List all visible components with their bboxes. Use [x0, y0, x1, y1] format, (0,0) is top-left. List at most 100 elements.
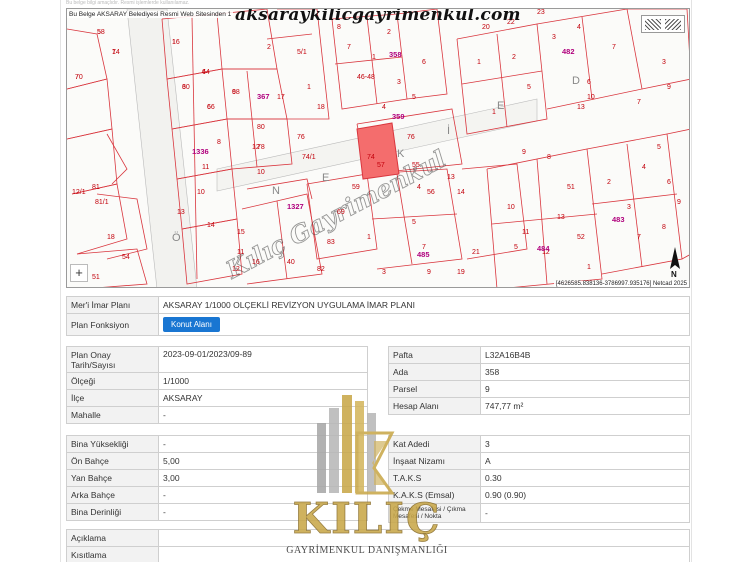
parcel-number-label: 13: [447, 174, 455, 181]
parcel-number-label: 5: [657, 144, 661, 151]
mahalle-value: -: [158, 406, 368, 424]
parcel-number-label: 8: [337, 24, 341, 31]
plan-fonksiyon-cell: Konut Alanı: [158, 313, 690, 336]
parcel-number-label: 8: [217, 139, 221, 146]
parcel-number-label: 23: [537, 9, 545, 16]
parcel-number-label: 14: [112, 49, 120, 56]
aciklama-value: [158, 529, 690, 547]
block-number-label: 359: [392, 112, 405, 121]
parcel-number-label: 82: [317, 266, 325, 273]
parcel-number-label: 7: [637, 99, 641, 106]
parcel-number-label: 1: [587, 264, 591, 271]
parcel-number-label: 40: [287, 259, 295, 266]
parcel-number-label: 1: [477, 59, 481, 66]
parcel-number-label: 6: [667, 179, 671, 186]
parcel-number-label: 51: [567, 184, 575, 191]
street-letter-label: Ö: [172, 232, 181, 244]
parcel-number-label: 10: [587, 94, 595, 101]
building-rules-table: Bina Yüksekliği - Ön Bahçe 5,00 Yan Bahç…: [66, 435, 368, 521]
plan-onay-label: Plan Onay Tarih/Sayısı: [66, 346, 159, 373]
on-bahce-value: 5,00: [158, 452, 368, 470]
parcel-number-label: 10: [507, 204, 515, 211]
density-rules-table: Kat Adedi 3 İnşaat Nizamı A T.A.K.S 0.30…: [388, 435, 690, 523]
parcel-map[interactable]: Kılıç Gayrimenkul 7 5 7 1 3 4 6 9 8 11 12 10 13 14 15 1…: [66, 8, 690, 288]
parcel-number-label: 66: [207, 104, 215, 111]
pafta-value: L32A16B4B: [480, 346, 690, 364]
street-letter-label: İ: [447, 124, 450, 137]
map-layer-toggle[interactable]: [641, 15, 685, 33]
kaks-value: 0.90 (0.90): [480, 486, 690, 504]
parcel-number-label: 4: [417, 184, 421, 191]
hesap-alani-value: 747,77 m²: [480, 397, 690, 415]
parcel-number-label: 76: [407, 134, 415, 141]
parcel-number-label: 2: [267, 44, 271, 51]
ilce-value: AKSARAY: [158, 389, 368, 407]
parcel-number-label: 83: [327, 239, 335, 246]
konut-alani-button[interactable]: Konut Alanı: [163, 317, 220, 332]
parcel-number-label: 69: [337, 209, 345, 216]
meri-imar-label: Mer'i İmar Planı: [66, 296, 159, 314]
plan-table: Mer'i İmar Planı AKSARAY 1/1000 OLÇEKLİ …: [66, 296, 690, 336]
pafta-label: Pafta: [388, 346, 481, 364]
coordinate-readout: [4626585.838136-3786997.935176] Netcad 2…: [553, 281, 689, 287]
bina-yuksekligi-label: Bina Yüksekliği: [66, 435, 159, 453]
hatch-icon: [665, 19, 681, 30]
notes-table: Açıklama Kısıtlama: [66, 529, 690, 562]
parcel-number-label: 5: [412, 219, 416, 226]
parcel-number-label: 4: [577, 24, 581, 31]
parcel-number-label: 6: [422, 59, 426, 66]
arka-bahce-label: Arka Bahçe: [66, 486, 159, 504]
parsel-label: Parsel: [388, 380, 481, 398]
parcel-number-label: 8: [547, 154, 551, 161]
parcel-number-label: 3: [552, 34, 556, 41]
parcel-number-label: 68: [232, 89, 240, 96]
ada-value: 358: [480, 363, 690, 381]
cekme-mesafesi-value: -: [480, 503, 690, 523]
plan-fonksiyon-label: Plan Fonksiyon: [66, 313, 159, 336]
parcel-number-label: 1: [367, 234, 371, 241]
parcel-number-label: 52: [577, 234, 585, 241]
block-number-label: 485: [417, 250, 430, 259]
yan-bahce-label: Yan Bahçe: [66, 469, 159, 487]
ada-label: Ada: [388, 363, 481, 381]
parcel-number-label: 54: [122, 254, 130, 261]
parcel-number-label: 2: [512, 54, 516, 61]
parcel-number-label: 11: [202, 164, 209, 171]
parcel-number-label: 74: [367, 154, 375, 161]
insaat-nizami-value: A: [480, 452, 690, 470]
ilce-label: İlçe: [66, 389, 159, 407]
bina-derinligi-label: Bina Derinliği: [66, 503, 159, 521]
top-note: Bu belge bilgi amaçlıdır. Resmi işlemler…: [66, 0, 190, 6]
parcel-number-label: 74/1: [302, 154, 316, 161]
parcel-number-label: 76: [297, 134, 305, 141]
parcel-map-canvas: Kılıç Gayrimenkul 7571346981112101314151…: [67, 9, 689, 287]
parcel-number-label: 1: [492, 109, 496, 116]
arka-bahce-value: -: [158, 486, 368, 504]
parcel-number-label: 19: [457, 269, 465, 276]
parcel-number-label: 21: [472, 249, 480, 256]
aciklama-label: Açıklama: [66, 529, 159, 547]
parcel-number-label: 7: [637, 234, 641, 241]
meri-imar-value: AKSARAY 1/1000 OLÇEKLİ REVİZYON UYGULAMA…: [158, 296, 690, 314]
parcel-number-label: 5/1: [297, 49, 307, 56]
parcel-number-label: 55: [412, 162, 420, 169]
parcel-number-label: 11: [522, 229, 529, 236]
parcel-number-label: 11: [237, 249, 244, 256]
parcel-number-label: 70: [75, 74, 83, 81]
parcel-number-label: 8: [662, 224, 666, 231]
zoom-in-button[interactable]: +: [70, 264, 88, 282]
parcel-number-label: 80: [257, 124, 265, 131]
parcel-number-label: 58: [97, 29, 105, 36]
olcegi-label: Ölçeği: [66, 372, 159, 390]
parcel-number-label: 9: [667, 84, 671, 91]
parcel-number-label: 16: [252, 259, 260, 266]
taks-value: 0.30: [480, 469, 690, 487]
cekme-mesafesi-label: Çekme Mesafesi / Çıkma Mesafesi / Nokta: [388, 503, 481, 523]
parcel-number-label: 3: [662, 59, 666, 66]
parcel-number-label: 5: [527, 84, 531, 91]
parcel-number-label: 1: [372, 54, 376, 61]
bina-yuksekligi-value: -: [158, 435, 368, 453]
parcel-number-label: 10: [197, 189, 205, 196]
block-number-label: 358: [389, 50, 402, 59]
parcel-number-label: 46-48: [357, 74, 375, 81]
